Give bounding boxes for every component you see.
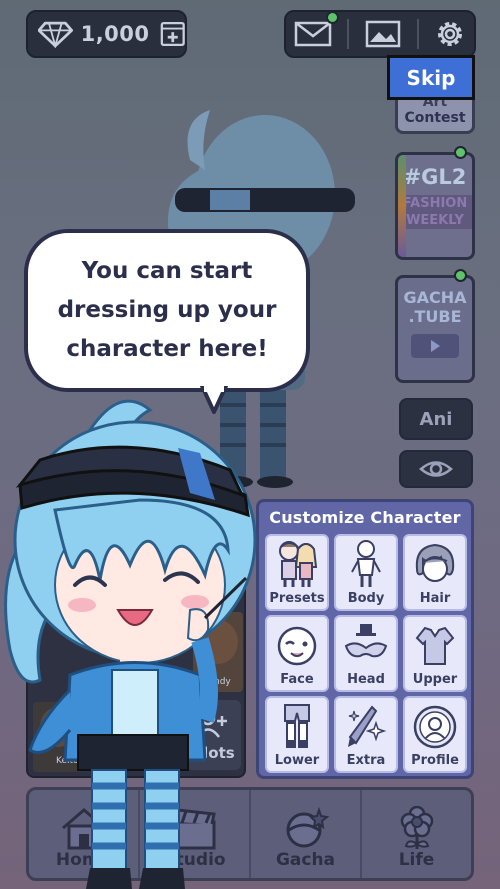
gem-amount: 1,000	[80, 22, 150, 46]
fashion-weekly-line2: WEEKLY	[406, 213, 464, 228]
customize-upper-label: Upper	[412, 672, 458, 687]
toolbar-divider	[347, 19, 350, 49]
toolbar-divider	[416, 19, 419, 49]
ani-button[interactable]: Ani	[399, 398, 473, 440]
customize-title: Customize Character	[269, 507, 461, 527]
speech-bubble-text: You can start dressing up your character…	[57, 258, 277, 362]
eye-icon	[419, 461, 453, 477]
gacha-tube-line1: GACHA	[403, 288, 467, 307]
customize-head-label: Head	[347, 672, 385, 687]
face-icon	[277, 626, 317, 666]
nav-gacha-label: Gacha	[275, 850, 336, 870]
customize-body-label: Body	[347, 591, 385, 606]
mail-icon[interactable]	[294, 20, 332, 48]
art-contest-card[interactable]: Art Contest	[395, 96, 475, 134]
customize-upper[interactable]: Upper	[403, 615, 467, 692]
video-plus-icon[interactable]	[160, 20, 185, 48]
gacha-tube-line2: .TUBE	[408, 307, 462, 326]
customize-face-label: Face	[280, 672, 314, 687]
guide-character	[4, 399, 257, 889]
image-icon[interactable]	[365, 20, 401, 48]
fashion-weekly-line1: FASHION	[402, 196, 468, 211]
speech-bubble-tail	[200, 386, 228, 414]
profile-icon	[413, 705, 457, 749]
art-contest-line2: Contest	[404, 110, 466, 126]
speech-bubble: You can start dressing up your character…	[24, 229, 310, 392]
nav-life[interactable]: Life	[360, 790, 471, 878]
customize-hair-label: Hair	[419, 591, 451, 606]
card-stripe	[398, 155, 406, 257]
customize-lower-label: Lower	[274, 753, 320, 768]
fashion-weekly-tag: #GL2	[403, 165, 467, 189]
mail-notification-dot	[326, 11, 339, 24]
play-icon	[411, 334, 459, 358]
gacha-tube-title: GACHA .TUBE	[398, 288, 472, 326]
shirt-icon	[415, 626, 455, 665]
top-toolbar	[284, 10, 476, 58]
fashion-weekly-notification-dot	[454, 146, 467, 159]
gem-counter[interactable]: 1,000	[26, 10, 187, 58]
nav-life-label: Life	[398, 850, 435, 870]
gear-icon[interactable]	[434, 18, 466, 50]
fashion-weekly-card[interactable]: #GL2 FASHION WEEKLY	[395, 152, 475, 260]
hair-icon	[415, 543, 455, 582]
body-icon	[351, 540, 381, 587]
pants-icon	[284, 704, 310, 748]
gacha-tube-notification-dot	[454, 269, 467, 282]
eye-toggle-button[interactable]	[399, 450, 473, 488]
flower-icon	[400, 806, 433, 849]
gacha-orb-icon	[286, 806, 329, 848]
customize-body[interactable]: Body	[334, 534, 398, 611]
customize-hair[interactable]: Hair	[403, 534, 467, 611]
fashion-weekly-title: FASHION WEEKLY	[398, 195, 472, 229]
customize-character-panel: Customize Character Presets Body Hair Fa…	[256, 499, 474, 779]
customize-extra-label: Extra	[346, 753, 386, 768]
customize-profile-label: Profile	[411, 753, 459, 768]
skip-button[interactable]: Skip	[387, 55, 475, 100]
magic-wand-icon	[348, 705, 387, 747]
customize-profile[interactable]: Profile	[403, 696, 467, 773]
diamond-icon	[38, 21, 73, 48]
head-accessory-icon	[344, 624, 388, 658]
customize-head[interactable]: Head	[334, 615, 398, 692]
gacha-tube-card[interactable]: GACHA .TUBE	[395, 275, 475, 383]
customize-extra[interactable]: Extra	[334, 696, 398, 773]
